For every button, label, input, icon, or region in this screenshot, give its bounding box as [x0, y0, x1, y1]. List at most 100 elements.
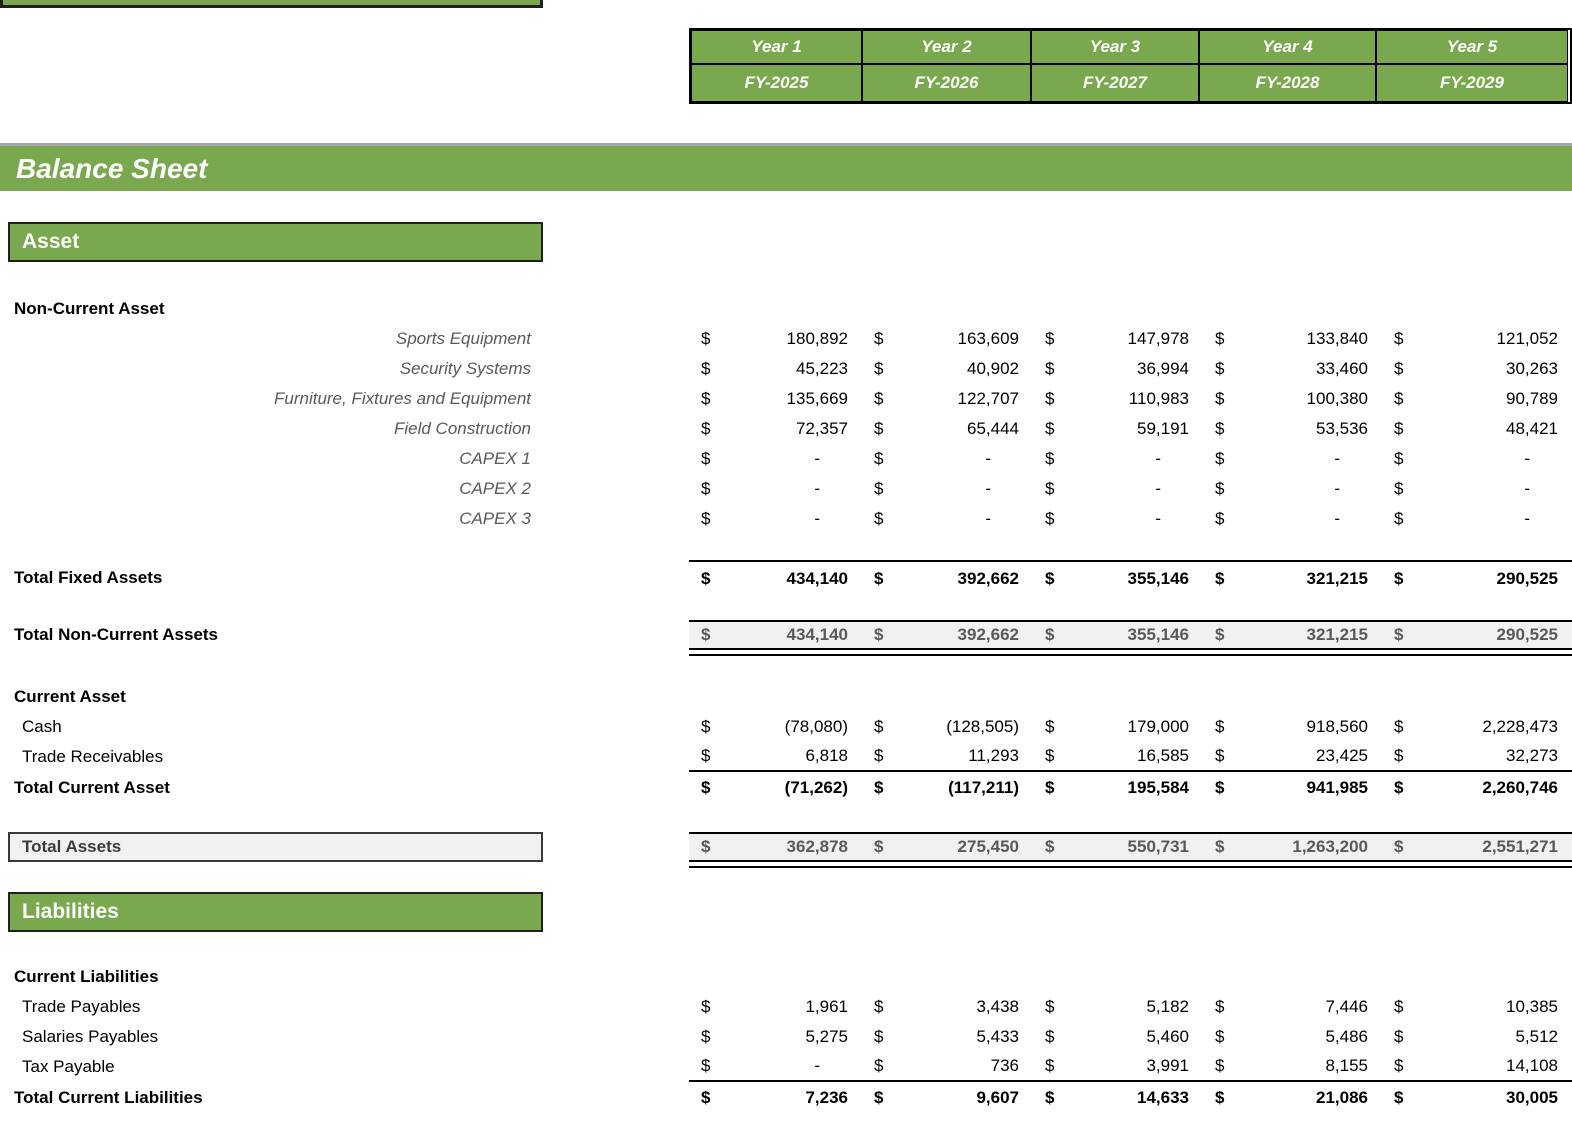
fiscal-year-header-cell[interactable]: FY-2025	[691, 64, 862, 102]
value-cell[interactable]	[689, 294, 862, 324]
value-cell[interactable]: $434,140	[689, 620, 862, 650]
value-cell[interactable]: $11,293	[862, 742, 1033, 772]
value-cell[interactable]: $ -	[689, 504, 862, 534]
value-cell[interactable]: $275,450	[862, 832, 1033, 862]
value-cell[interactable]: $3,438	[862, 992, 1033, 1022]
value-cell[interactable]	[1033, 892, 1203, 932]
value-cell[interactable]	[1033, 294, 1203, 324]
value-cell[interactable]: $21,086	[1203, 1082, 1382, 1114]
value-cell[interactable]: $5,433	[862, 1022, 1033, 1052]
row-label-cell[interactable]: Total Current Liabilities	[0, 1082, 689, 1114]
value-cell[interactable]: $45,223	[689, 354, 862, 384]
row-label-cell[interactable]: Total Assets	[8, 832, 543, 862]
value-cell[interactable]: $122,707	[862, 384, 1033, 414]
value-cell[interactable]: $2,260,746	[1382, 772, 1572, 804]
value-cell[interactable]: $918,560	[1203, 712, 1382, 742]
year-header-cell[interactable]: Year 1	[691, 30, 862, 64]
row-label-cell[interactable]: CAPEX 1	[0, 444, 689, 474]
value-cell[interactable]: $135,669	[689, 384, 862, 414]
value-cell[interactable]: $72,357	[689, 414, 862, 444]
year-header-cell[interactable]: Year 3	[1031, 30, 1199, 64]
row-label-cell[interactable]: Total Current Asset	[0, 772, 689, 804]
row-label-cell[interactable]: Tax Payable	[0, 1052, 689, 1082]
fiscal-year-header-cell[interactable]: FY-2028	[1199, 64, 1376, 102]
value-cell[interactable]: $290,525	[1382, 620, 1572, 650]
value-cell[interactable]: $5,275	[689, 1022, 862, 1052]
fiscal-year-header-cell[interactable]: FY-2029	[1376, 64, 1568, 102]
value-cell[interactable]: $ -	[689, 474, 862, 504]
row-label-cell[interactable]: CAPEX 3	[0, 504, 689, 534]
row-label-cell[interactable]: Total Non-Current Assets	[0, 620, 689, 650]
value-cell[interactable]	[689, 962, 862, 992]
value-cell[interactable]: $133,840	[1203, 324, 1382, 354]
value-cell[interactable]: $65,444	[862, 414, 1033, 444]
value-cell[interactable]: $321,215	[1203, 620, 1382, 650]
value-cell[interactable]: $ (117,211)	[862, 772, 1033, 804]
value-cell[interactable]: $9,607	[862, 1082, 1033, 1114]
row-label-cell[interactable]: Salaries Payables	[0, 1022, 689, 1052]
value-cell[interactable]: $2,228,473	[1382, 712, 1572, 742]
value-cell[interactable]: $163,609	[862, 324, 1033, 354]
value-cell[interactable]: $30,005	[1382, 1082, 1572, 1114]
value-cell[interactable]	[689, 682, 862, 712]
value-cell[interactable]: $1,263,200	[1203, 832, 1382, 862]
row-label-cell[interactable]: Trade Receivables	[0, 742, 689, 772]
value-cell[interactable]: $ -	[862, 474, 1033, 504]
value-cell[interactable]: $14,633	[1033, 1082, 1203, 1114]
value-cell[interactable]	[862, 682, 1033, 712]
value-cell[interactable]: $90,789	[1382, 384, 1572, 414]
row-label-cell[interactable]: Furniture, Fixtures and Equipment	[0, 384, 689, 414]
value-cell[interactable]	[1203, 682, 1382, 712]
value-cell[interactable]	[862, 892, 1033, 932]
value-cell[interactable]: $48,421	[1382, 414, 1572, 444]
value-cell[interactable]: $100,380	[1203, 384, 1382, 414]
value-cell[interactable]: $ -	[1033, 504, 1203, 534]
value-cell[interactable]: $321,215	[1203, 560, 1382, 596]
value-cell[interactable]: $33,460	[1203, 354, 1382, 384]
value-cell[interactable]	[1033, 682, 1203, 712]
value-cell[interactable]: $36,994	[1033, 354, 1203, 384]
value-cell[interactable]	[1203, 294, 1382, 324]
value-cell[interactable]: $434,140	[689, 560, 862, 596]
value-cell[interactable]: $14,108	[1382, 1052, 1572, 1082]
value-cell[interactable]: $ (78,080)	[689, 712, 862, 742]
value-cell[interactable]: $6,818	[689, 742, 862, 772]
value-cell[interactable]	[1203, 962, 1382, 992]
value-cell[interactable]	[689, 892, 862, 932]
row-label-cell[interactable]: Total Fixed Assets	[0, 560, 689, 596]
value-cell[interactable]: $ -	[1033, 474, 1203, 504]
row-label-cell[interactable]: Trade Payables	[0, 992, 689, 1022]
value-cell[interactable]: $2,551,271	[1382, 832, 1572, 862]
value-cell[interactable]: $1,961	[689, 992, 862, 1022]
value-cell[interactable]: $59,191	[1033, 414, 1203, 444]
value-cell[interactable]: $7,446	[1203, 992, 1382, 1022]
value-cell[interactable]: $16,585	[1033, 742, 1203, 772]
value-cell[interactable]: $179,000	[1033, 712, 1203, 742]
value-cell[interactable]	[862, 962, 1033, 992]
value-cell[interactable]: $ -	[1203, 444, 1382, 474]
value-cell[interactable]	[1203, 892, 1382, 932]
value-cell[interactable]: $121,052	[1382, 324, 1572, 354]
value-cell[interactable]: $ -	[1203, 504, 1382, 534]
value-cell[interactable]: $7,236	[689, 1082, 862, 1114]
row-label-cell[interactable]: Cash	[0, 712, 689, 742]
value-cell[interactable]: $362,878	[689, 832, 862, 862]
value-cell[interactable]	[862, 294, 1033, 324]
value-cell[interactable]: $ -	[689, 444, 862, 474]
value-cell[interactable]: $736	[862, 1052, 1033, 1082]
row-label-cell[interactable]: Security Systems	[0, 354, 689, 384]
value-cell[interactable]	[1033, 962, 1203, 992]
value-cell[interactable]: $10,385	[1382, 992, 1572, 1022]
year-header-cell[interactable]: Year 5	[1376, 30, 1568, 64]
fiscal-year-header-cell[interactable]: FY-2026	[862, 64, 1031, 102]
value-cell[interactable]	[1382, 892, 1572, 932]
value-cell[interactable]: $392,662	[862, 560, 1033, 596]
value-cell[interactable]: $355,146	[1033, 620, 1203, 650]
value-cell[interactable]: $110,983	[1033, 384, 1203, 414]
row-label-cell[interactable]: Field Construction	[0, 414, 689, 444]
value-cell[interactable]: $941,985	[1203, 772, 1382, 804]
value-cell[interactable]: $ (128,505)	[862, 712, 1033, 742]
value-cell[interactable]: $392,662	[862, 620, 1033, 650]
value-cell[interactable]: $30,263	[1382, 354, 1572, 384]
value-cell[interactable]: $147,978	[1033, 324, 1203, 354]
